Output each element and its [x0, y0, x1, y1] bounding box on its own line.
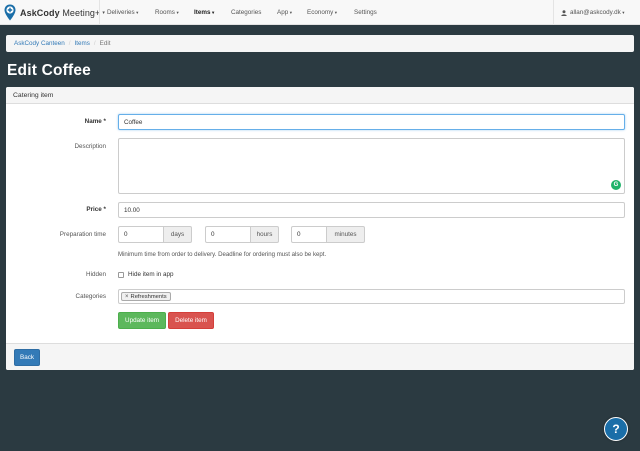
nav-deliveries[interactable]: Deliveries ▾ [107, 0, 138, 25]
update-item-button[interactable]: Update item [118, 312, 166, 329]
hide-item-checkbox-label[interactable]: Hide item in app [128, 271, 174, 278]
preparation-time-label: Preparation time [59, 231, 106, 238]
preparation-time-help: Minimum time from order to delivery. Dea… [118, 251, 327, 258]
top-navbar: AskCody Meeting+ ▾ Deliveries ▾ Rooms ▾ It… [0, 0, 640, 25]
chevron-down-icon: ▾ [102, 9, 105, 16]
user-menu[interactable]: allan@askcody.dk ▾ [561, 0, 625, 25]
nav-economy[interactable]: Economy ▾ [307, 0, 337, 25]
breadcrumb-current: Edit [99, 40, 111, 47]
name-input[interactable]: Coffee [118, 114, 625, 130]
breadcrumb-link-canteen[interactable]: AskCody Canteen [14, 40, 65, 47]
category-tag: × Refreshments [121, 292, 171, 301]
name-label: Name * [84, 118, 106, 125]
breadcrumb-separator: / [68, 40, 71, 47]
days-input[interactable]: 0 [118, 226, 164, 243]
panel-heading: Catering item [6, 87, 634, 104]
grammarly-icon[interactable]: G [611, 180, 621, 190]
nav-items[interactable]: Items ▾ [194, 0, 214, 25]
chevron-down-icon: ▾ [334, 9, 338, 15]
chevron-down-icon: ▾ [211, 9, 215, 15]
minutes-input[interactable]: 0 [291, 226, 327, 243]
minutes-addon: minutes [327, 226, 365, 243]
hidden-label: Hidden [86, 271, 106, 278]
price-label: Price * [86, 206, 106, 213]
brand-name: AskCody Meeting+ [20, 7, 101, 18]
page-title: Edit Coffee [7, 62, 92, 79]
description-label: Description [74, 143, 107, 150]
category-tag-label: Refreshments [130, 293, 167, 300]
brand-menu[interactable]: AskCody Meeting+ ▾ [0, 0, 105, 25]
nav-divider [553, 0, 554, 25]
chevron-down-icon: ▾ [136, 9, 139, 15]
chevron-down-icon: ▾ [176, 9, 179, 15]
description-textarea[interactable] [118, 138, 625, 194]
help-button[interactable]: ? [604, 417, 628, 441]
hours-input[interactable]: 0 [205, 226, 251, 243]
tag-remove-icon[interactable]: × [125, 294, 129, 300]
breadcrumb-separator: / [93, 40, 96, 47]
askcody-logo-icon [4, 4, 16, 21]
back-button[interactable]: Back [14, 349, 40, 366]
hours-addon: hours [251, 226, 279, 243]
categories-label: Categories [75, 293, 106, 300]
nav-app[interactable]: App ▾ [277, 0, 292, 25]
nav-categories[interactable]: Categories [231, 0, 261, 25]
user-icon [561, 9, 567, 16]
nav-rooms[interactable]: Rooms ▾ [155, 0, 179, 25]
nav-settings[interactable]: Settings [354, 0, 377, 25]
delete-item-button[interactable]: Delete item [168, 312, 214, 329]
nav-divider [99, 0, 100, 25]
breadcrumb: AskCody Canteen / Items / Edit [6, 35, 634, 52]
price-input[interactable]: 10.00 [118, 202, 625, 218]
chevron-down-icon: ▾ [289, 9, 292, 15]
categories-select[interactable] [118, 289, 625, 304]
breadcrumb-link-items[interactable]: Items [75, 40, 90, 47]
catering-item-panel: Catering item Name * Coffee Description … [6, 87, 634, 370]
hide-item-checkbox[interactable] [118, 272, 124, 278]
panel-footer: Back [6, 343, 634, 370]
days-addon: days [164, 226, 192, 243]
chevron-down-icon: ▾ [622, 9, 625, 15]
